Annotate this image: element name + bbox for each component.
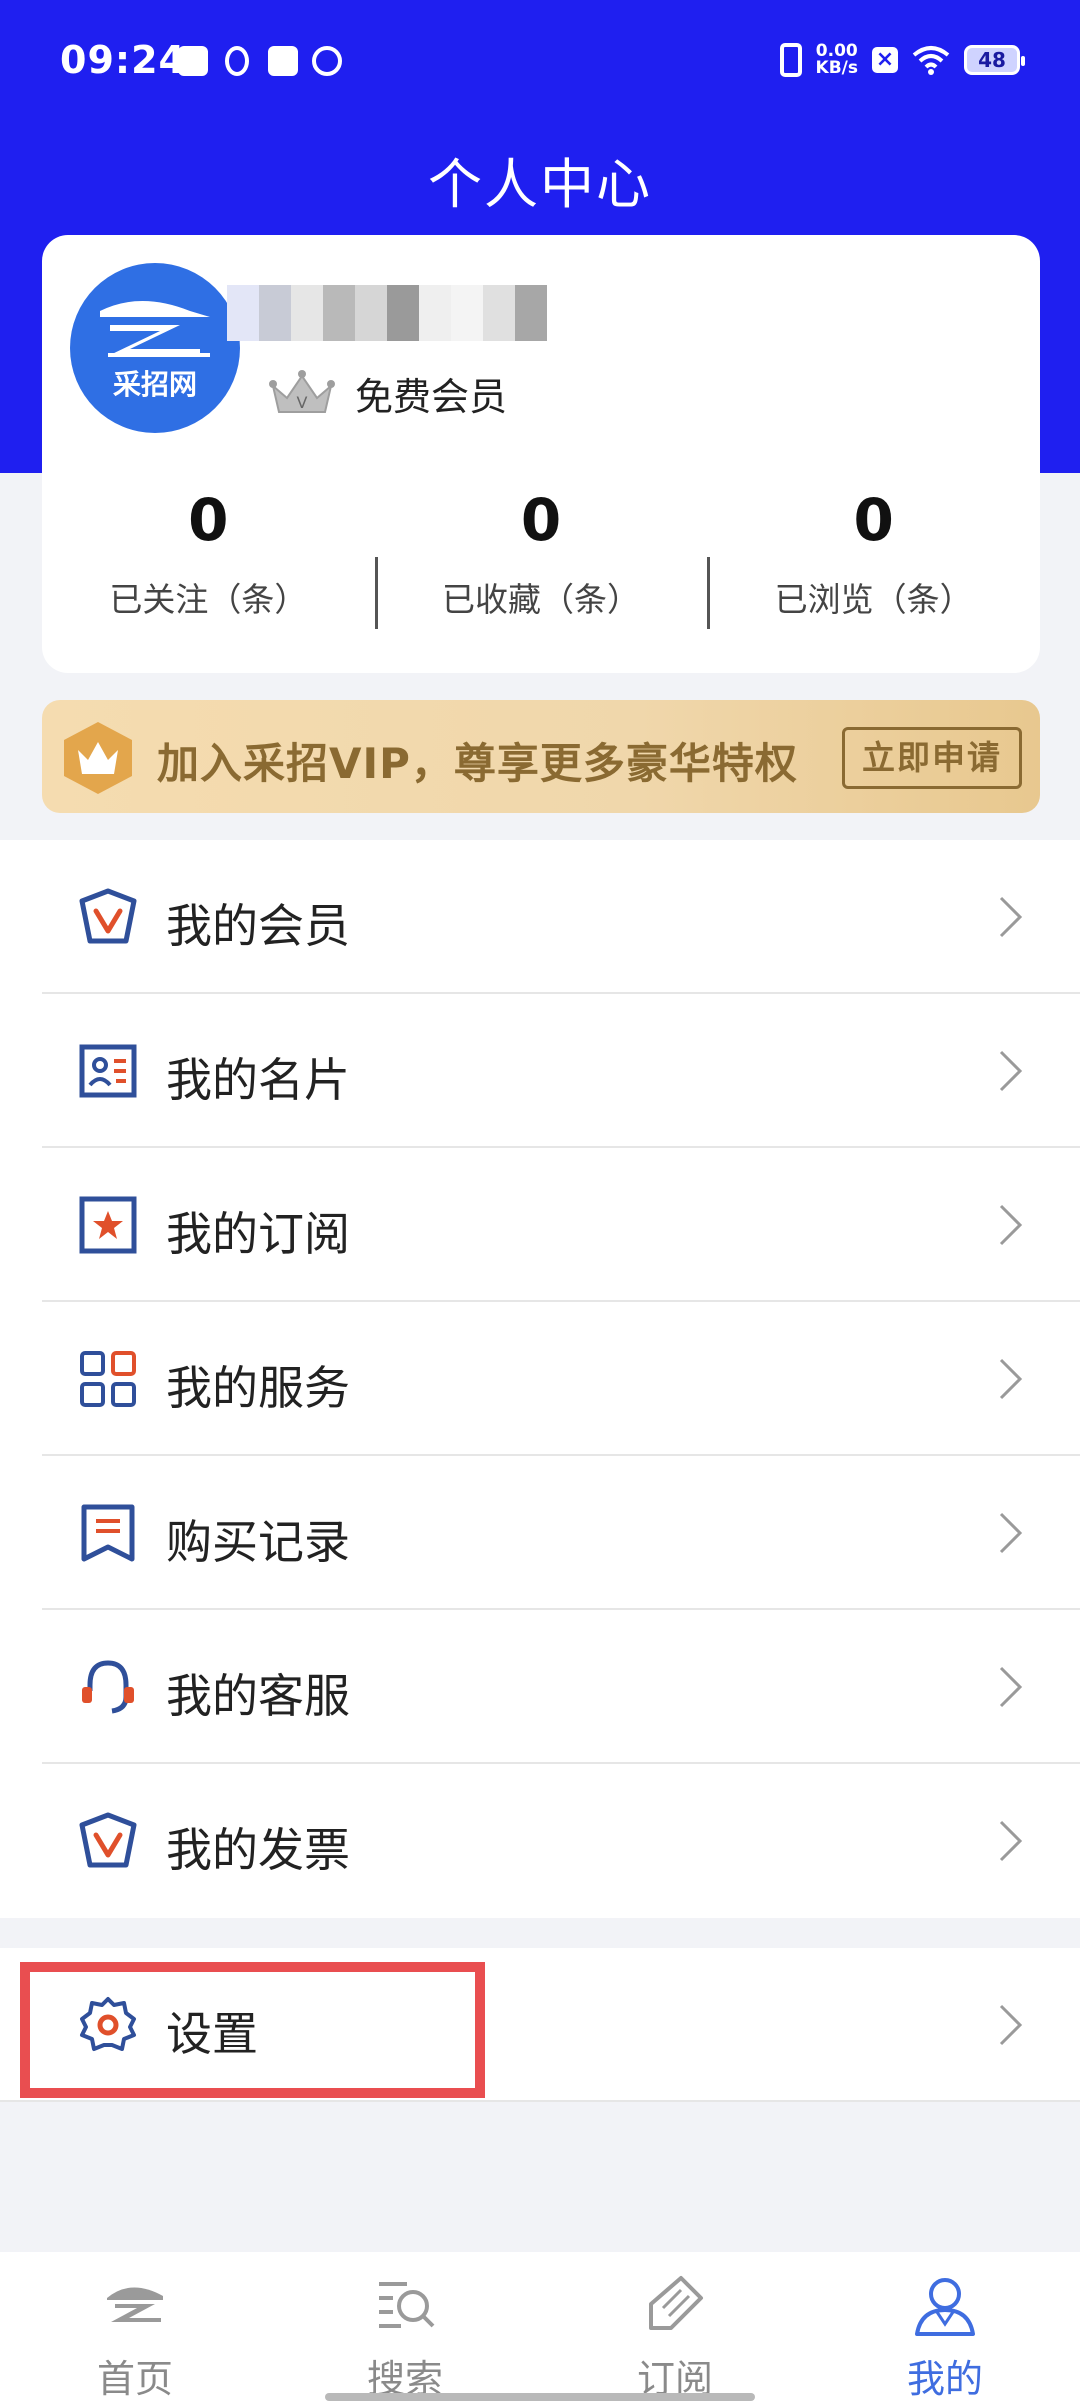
chevron-right-icon — [999, 896, 1023, 938]
nav-label: 首页 — [96, 2357, 173, 2401]
stat-favorites[interactable]: 0 已收藏（条） — [374, 475, 708, 629]
home-logo-icon — [107, 2287, 163, 2322]
menu-item-services[interactable]: 我的服务 — [42, 1302, 1080, 1456]
pencil-diamond-icon — [649, 2276, 703, 2330]
menu-label: 购买记录 — [166, 1515, 350, 1569]
stat-value: 0 — [853, 486, 894, 554]
nav-search[interactable]: 搜索 — [270, 2252, 540, 2408]
status-bar: 09:24 0.00 KB/s × 48 — [0, 0, 1080, 125]
membership-row: V 免费会员 — [267, 363, 507, 423]
stat-label: 已关注（条） — [109, 580, 308, 619]
avatar-text: 采招网 — [112, 368, 197, 401]
sync-notification-icon — [312, 46, 342, 76]
menu-label: 我的订阅 — [166, 1207, 350, 1261]
chevron-right-icon — [999, 1666, 1023, 1708]
crown-icon: V — [269, 370, 335, 413]
net-speed: 0.00 KB/s — [816, 43, 858, 77]
chevron-right-icon — [999, 1050, 1023, 1092]
membership-label: 免费会员 — [355, 374, 508, 419]
menu-label: 我的服务 — [166, 1361, 350, 1415]
avatar-logo-icon — [100, 301, 210, 357]
grid-icon — [80, 1351, 136, 1407]
vip-banner-text: 加入采招VIP，尊享更多豪华特权 — [157, 739, 798, 788]
bookmark-icon — [81, 1504, 135, 1562]
battery-indicator: 48 — [964, 45, 1025, 75]
stat-following[interactable]: 0 已关注（条） — [42, 475, 375, 625]
stat-value: 0 — [520, 486, 562, 554]
svg-text:V: V — [297, 393, 308, 412]
menu-item-invoice[interactable]: 我的发票 — [42, 1764, 1080, 1918]
stats-row: 0 已关注（条） 0 已收藏（条） 0 已浏览（条） — [42, 475, 1040, 629]
invoice-shield-icon — [79, 1812, 137, 1868]
menu-item-business-card[interactable]: 我的名片 — [42, 994, 1080, 1148]
nav-label: 我的 — [906, 2357, 983, 2401]
chevron-right-icon — [999, 1512, 1023, 1554]
menu-label: 我的会员 — [166, 899, 350, 953]
chevron-right-icon — [999, 1358, 1023, 1400]
vibrate-icon — [779, 43, 802, 77]
page-title: 个人中心 — [428, 153, 652, 216]
stat-label: 已收藏（条） — [442, 580, 640, 619]
menu-item-membership[interactable]: 我的会员 — [42, 840, 1080, 994]
home-indicator[interactable] — [325, 2393, 755, 2401]
menu-label: 我的发票 — [166, 1823, 350, 1877]
person-icon — [915, 2278, 975, 2336]
stat-history[interactable]: 0 已浏览（条） — [707, 475, 1040, 629]
stat-value: 0 — [188, 486, 229, 554]
bottom-nav: 首页 搜索 订阅 我的 — [0, 2252, 1080, 2408]
star-box-icon — [79, 1196, 137, 1254]
menu-item-customer-service[interactable]: 我的客服 — [42, 1610, 1080, 1764]
avatar[interactable]: 采招网 — [70, 263, 240, 433]
wifi-icon — [912, 46, 950, 75]
menu-list: 我的会员 我的名片 我的订阅 我的服务 购买记录 我的客服 我的发票 — [0, 840, 1080, 1918]
menu-item-purchase-history[interactable]: 购买记录 — [42, 1456, 1080, 1610]
profile-card[interactable]: 采招网 V 免费会员 0 已关注（条） 0 已收藏（条） 0 已浏览（条） — [42, 235, 1040, 673]
chevron-right-icon — [999, 1820, 1023, 1862]
menu-item-subscription[interactable]: 我的订阅 — [42, 1148, 1080, 1302]
nav-subscribe[interactable]: 订阅 — [540, 2252, 810, 2408]
lock-notification-icon — [225, 46, 249, 76]
headset-icon — [82, 1660, 134, 1714]
vip-apply-button[interactable]: 立即申请 — [842, 727, 1022, 789]
nav-mine[interactable]: 我的 — [810, 2252, 1080, 2408]
status-right-group: 0.00 KB/s × 48 — [779, 40, 1025, 80]
x-notification-icon: × — [872, 47, 898, 73]
username-redacted — [227, 285, 547, 341]
chevron-right-icon — [999, 1204, 1023, 1246]
nav-home[interactable]: 首页 — [0, 2252, 270, 2408]
menu-label: 我的名片 — [166, 1053, 350, 1107]
status-time: 09:24 — [60, 38, 186, 82]
stat-label: 已浏览（条） — [774, 580, 973, 619]
search-list-icon — [379, 2282, 435, 2328]
menu-label: 我的客服 — [166, 1669, 350, 1723]
settings-highlight-box — [20, 1962, 485, 2098]
vip-shield-icon — [79, 888, 137, 944]
mail-notification-icon — [178, 46, 208, 76]
net-speed-unit: KB/s — [815, 58, 858, 78]
vip-banner[interactable]: 加入采招VIP，尊享更多豪华特权 立即申请 — [42, 700, 1040, 813]
app-notification-icon — [268, 46, 298, 76]
vip-crown-badge-icon — [64, 722, 132, 794]
business-card-icon — [79, 1044, 137, 1098]
chevron-right-icon — [999, 2004, 1023, 2046]
